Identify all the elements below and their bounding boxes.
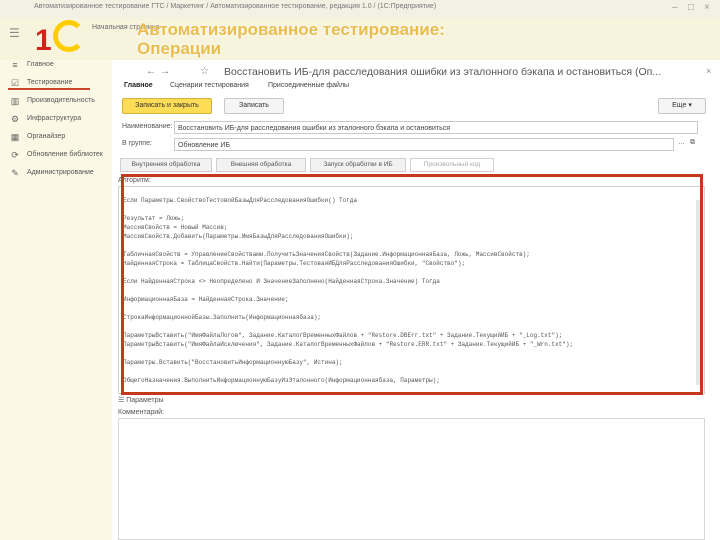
sidebar-item-testing[interactable]: ☑ Тестирование [0,75,112,93]
save-and-close-button[interactable]: Записать и закрыть [122,98,212,114]
forward-arrow-icon[interactable]: → [160,66,170,77]
window-titlebar: Автоматизированное тестирование ГТС / Ма… [0,0,720,19]
parameters-label: Параметры [126,397,164,404]
sidebar-item-library-update[interactable]: ⟳ Обновление библиотек [0,147,112,165]
sidebar-item-label: Производительность [27,97,95,104]
more-label: Еще [672,102,687,109]
favorite-star-icon[interactable]: ☆ [200,66,209,77]
subtab-run-in-infobase[interactable]: Запуск обработки в ИБ [310,158,406,172]
gear-icon: ⚙ [10,114,20,124]
sidebar-item-label: Органайзер [27,133,66,140]
close-window-icon[interactable]: × [704,2,710,13]
slide-title: Автоматизированное тестирование: Операци… [137,20,445,58]
sidebar-item-organizer[interactable]: ▦ Органайзер [0,129,112,147]
sections-sidebar: ≡ Главное ☑ Тестирование ▥ Производитель… [0,60,113,540]
more-button[interactable]: Еще ▾ [658,98,706,114]
sidebar-item-infrastructure[interactable]: ⚙ Инфраструктура [0,111,112,129]
refresh-icon: ⟳ [11,150,19,160]
form-title: Восстановить ИБ-для расследования ошибки… [224,66,662,78]
back-arrow-icon[interactable]: ← [146,66,156,77]
maximize-icon[interactable]: □ [688,2,694,13]
tab-test-scenarios[interactable]: Сценарии тестирования [170,82,249,89]
comment-label: Комментарий: [118,409,165,416]
brand-logo: 1 [35,20,87,58]
sidebar-item-performance[interactable]: ▥ Производительность [0,93,112,111]
menu-grid-icon[interactable]: ☰ [9,26,20,40]
subtab-internal-processing[interactable]: Внутренняя обработка [120,158,212,172]
subtab-external-processing[interactable]: Внешняя обработка [216,158,306,172]
group-open-icon[interactable]: ⧉ [690,139,695,147]
group-field[interactable]: Обновление ИБ [174,138,674,151]
active-section-underline [8,88,90,90]
wrench-icon: ✎ [11,168,19,178]
annotation-highlight-frame [121,174,703,395]
slide-title-line-2: Операции [137,39,222,58]
parameters-icon: ☰ [118,397,125,404]
save-button[interactable]: Записать [224,98,284,114]
list-icon: ≡ [12,60,18,70]
chevron-down-icon: ▾ [688,102,692,109]
name-label: Наименование: [122,123,173,130]
form-header: ← → ☆ Восстановить ИБ-для расследования … [118,66,714,82]
group-label: В группе: [122,140,152,147]
window-title: Автоматизированное тестирование ГТС / Ма… [34,3,437,10]
slide-title-line-1: Автоматизированное тестирование: [137,20,445,39]
tab-attached-files[interactable]: Присоединенные файлы [268,82,349,89]
calendar-icon: ▦ [10,132,20,142]
sidebar-item-label: Инфраструктура [27,115,82,122]
parameters-row[interactable]: ☰ Параметры [118,396,164,404]
close-form-icon[interactable]: × [706,66,711,76]
checklist-icon: ☑ [10,78,20,88]
sidebar-item-label: Тестирование [27,79,73,86]
sidebar-item-label: Главное [27,61,54,68]
group-select-icon[interactable]: … [678,139,685,146]
tab-main[interactable]: Главное [124,82,153,89]
name-field[interactable]: Восстановить ИБ-для расследования ошибки… [174,121,698,134]
chart-icon: ▥ [10,96,20,106]
comment-field[interactable] [118,418,705,540]
sidebar-item-label: Обновление библиотек [27,151,103,158]
sidebar-item-administration[interactable]: ✎ Администрирование [0,165,112,183]
minimize-icon[interactable]: – [672,2,678,13]
logo-one-icon: 1 [35,24,52,57]
logo-c-icon [53,20,85,52]
sidebar-item-label: Администрирование [27,169,94,176]
subtab-custom-code[interactable]: Произвольный код [410,158,494,172]
sidebar-item-main[interactable]: ≡ Главное [0,57,112,75]
